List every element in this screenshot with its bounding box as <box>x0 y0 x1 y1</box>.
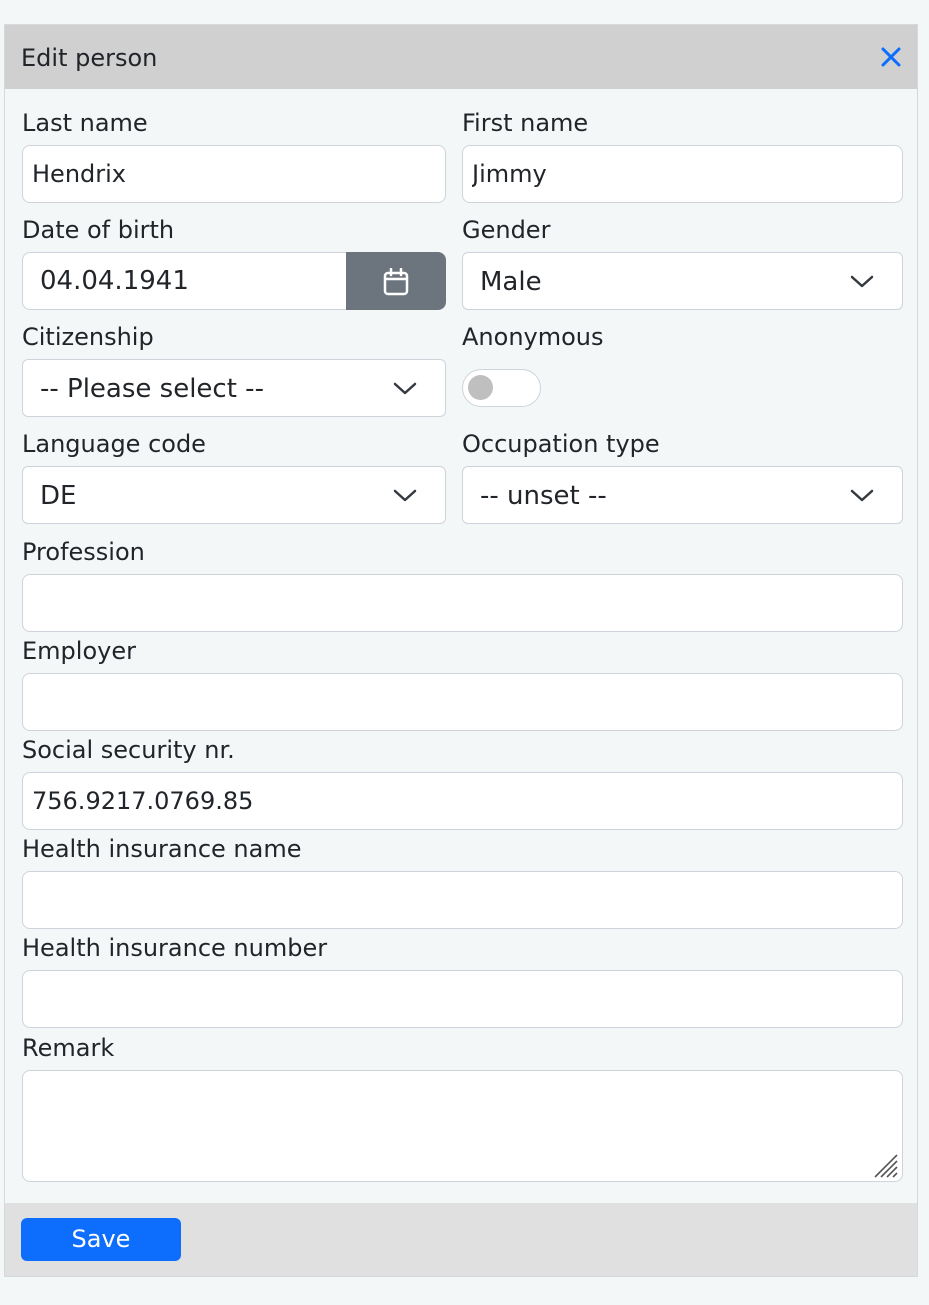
chevron-down-icon <box>393 382 417 395</box>
save-button[interactable]: Save <box>21 1218 181 1261</box>
citizenship-select[interactable]: -- Please select -- <box>22 359 446 417</box>
anonymous-label: Anonymous <box>462 323 604 351</box>
calendar-button[interactable] <box>346 252 446 310</box>
dialog-title: Edit person <box>21 44 158 72</box>
employer-input[interactable] <box>22 673 903 731</box>
occupation-type-label: Occupation type <box>462 430 660 458</box>
close-icon <box>881 47 901 67</box>
remark-label: Remark <box>22 1034 115 1062</box>
date-of-birth-label: Date of birth <box>22 216 175 244</box>
dialog-footer: Save <box>5 1203 917 1276</box>
anonymous-toggle[interactable] <box>462 369 541 407</box>
last-name-label: Last name <box>22 109 148 137</box>
language-code-label: Language code <box>22 430 206 458</box>
gender-label: Gender <box>462 216 551 244</box>
first-name-label: First name <box>462 109 589 137</box>
health-insurance-number-label: Health insurance number <box>22 934 328 962</box>
gender-selected-value: Male <box>480 267 542 297</box>
calendar-icon <box>383 268 409 296</box>
language-code-select[interactable]: DE <box>22 466 446 524</box>
profession-input[interactable] <box>22 574 903 632</box>
chevron-down-icon <box>850 275 874 288</box>
gender-select[interactable]: Male <box>462 252 903 310</box>
resize-handle-icon[interactable] <box>869 1149 899 1179</box>
close-button[interactable] <box>879 45 903 69</box>
date-of-birth-group <box>22 252 446 310</box>
chevron-down-icon <box>850 489 874 502</box>
dialog-header: Edit person <box>5 25 917 89</box>
last-name-input[interactable] <box>22 145 446 203</box>
date-of-birth-input[interactable] <box>22 252 348 310</box>
toggle-knob <box>468 375 493 400</box>
chevron-down-icon <box>393 489 417 502</box>
citizenship-label: Citizenship <box>22 323 154 351</box>
health-insurance-name-label: Health insurance name <box>22 835 302 863</box>
remark-textarea[interactable] <box>22 1070 903 1182</box>
health-insurance-number-input[interactable] <box>22 970 903 1028</box>
occupation-type-selected-value: -- unset -- <box>480 481 607 511</box>
profession-label: Profession <box>22 538 145 566</box>
employer-label: Employer <box>22 637 136 665</box>
occupation-type-select[interactable]: -- unset -- <box>462 466 903 524</box>
social-security-nr-input[interactable] <box>22 772 903 830</box>
language-code-selected-value: DE <box>40 481 77 511</box>
edit-person-dialog: Edit person Last name First name Date of… <box>4 24 918 1277</box>
health-insurance-name-input[interactable] <box>22 871 903 929</box>
first-name-input[interactable] <box>462 145 903 203</box>
citizenship-selected-value: -- Please select -- <box>40 374 264 404</box>
social-security-nr-label: Social security nr. <box>22 736 235 764</box>
